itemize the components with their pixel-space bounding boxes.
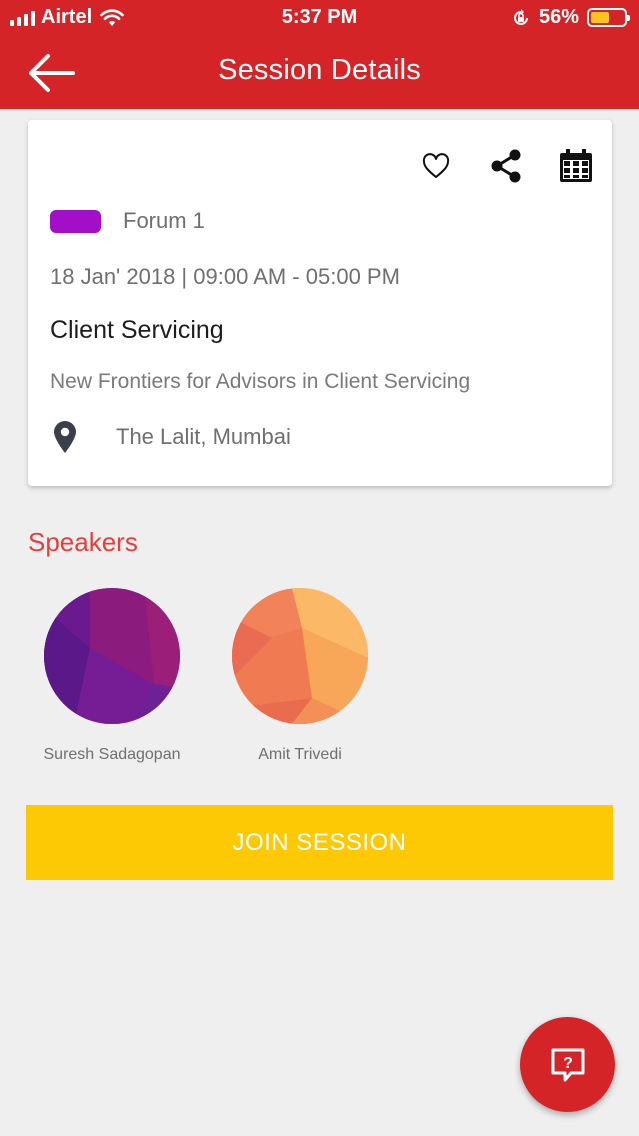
location-row[interactable]: The Lalit, Mumbai [52,420,291,454]
location-text: The Lalit, Mumbai [116,424,291,449]
status-right: 56% [511,6,630,29]
favorite-button[interactable] [416,146,456,186]
session-date-time: 18 Jan' 2018 | 09:00 AM - 05:00 PM [50,264,400,289]
share-button[interactable] [486,146,526,186]
track-color-badge [50,209,101,233]
speaker-name: Suresh Sadagopan [43,746,181,763]
avatar [232,588,368,724]
svg-text:?: ? [563,1055,573,1072]
card-actions [416,146,596,186]
page-title: Session Details [218,54,421,86]
map-pin-icon [54,421,76,453]
add-to-calendar-button[interactable] [556,146,596,186]
join-session-button[interactable]: JOIN SESSION [26,805,613,880]
track-row: Forum 1 [50,208,205,234]
session-description: New Frontiers for Advisors in Client Ser… [50,370,471,393]
track-name: Forum 1 [123,208,205,233]
app-header: Airtel 5:37 PM 56% Session Details [0,0,639,109]
speaker-card[interactable]: Suresh Sadagopan [27,588,197,764]
status-bar: Airtel 5:37 PM 56% [0,0,639,36]
help-fab-button[interactable]: ? [520,1017,615,1112]
calendar-icon [560,149,592,182]
rotation-lock-icon [514,8,528,25]
speakers-heading: Speakers [28,527,138,557]
session-card: Forum 1 18 Jan' 2018 | 09:00 AM - 05:00 … [28,120,612,486]
speaker-card[interactable]: Amit Trivedi [215,588,385,764]
share-icon [491,149,521,183]
session-title: Client Servicing [50,316,224,344]
heart-icon [422,153,450,178]
battery-percent: 56% [538,6,579,28]
speaker-name: Amit Trivedi [258,746,342,763]
battery-fill [591,12,609,23]
battery-icon [587,8,630,27]
avatar [44,588,180,724]
help-chat-icon: ? [551,1048,584,1081]
